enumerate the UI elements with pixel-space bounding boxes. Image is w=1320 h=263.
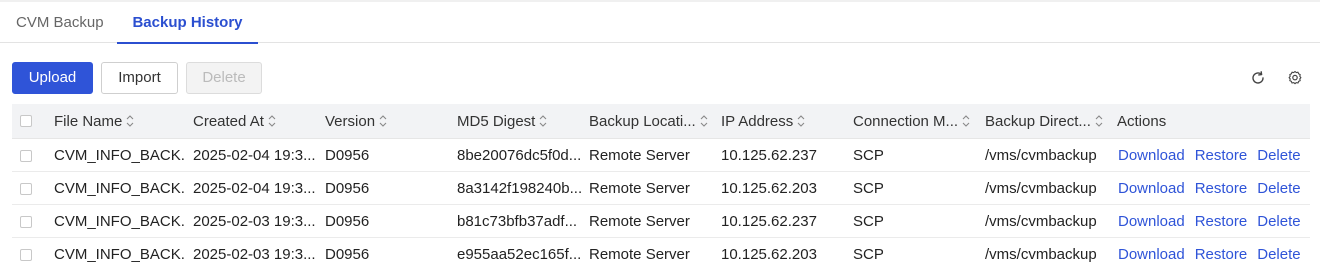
cell-created-at: 2025-02-04 19:3...	[193, 146, 316, 164]
cell-connection: SCP	[853, 212, 884, 230]
tab-bar: CVM Backup Backup History	[0, 0, 1320, 44]
cell-location: Remote Server	[589, 146, 690, 164]
cell-created-at: 2025-02-04 19:3...	[193, 179, 316, 197]
header-label: Created At	[193, 112, 264, 130]
cell-connection: SCP	[853, 146, 884, 164]
cell-actions: Download Restore Delete	[1118, 172, 1311, 204]
cell-actions: Download Restore Delete	[1118, 139, 1311, 171]
backup-history-table: File Name Created At Version MD5 Digest …	[12, 104, 1310, 263]
row-checkbox[interactable]	[20, 216, 32, 228]
cell-location: Remote Server	[589, 245, 690, 263]
table-row: CVM_INFO_BACK... 2025-02-04 19:3... D095…	[12, 172, 1310, 205]
row-checkbox[interactable]	[20, 150, 32, 162]
cell-file-name: CVM_INFO_BACK...	[54, 146, 186, 164]
header-label: Actions	[1117, 112, 1167, 130]
restore-link[interactable]: Restore	[1195, 147, 1248, 164]
cell-actions: Download Restore Delete	[1118, 205, 1311, 237]
cell-directory: /vms/cvmbackup	[985, 245, 1097, 263]
header-label: MD5 Digest	[457, 112, 536, 130]
cell-version: D0956	[325, 179, 370, 197]
table-header: File Name Created At Version MD5 Digest …	[12, 104, 1310, 139]
row-checkbox[interactable]	[20, 183, 32, 195]
cell-ip: 10.125.62.203	[721, 179, 817, 197]
header-backup-directory[interactable]: Backup Direct...	[985, 104, 1109, 138]
cell-directory: /vms/cvmbackup	[985, 212, 1097, 230]
header-md5-digest[interactable]: MD5 Digest	[457, 104, 581, 138]
cell-file-name: CVM_INFO_BACK...	[54, 179, 186, 197]
select-all-checkbox[interactable]	[20, 115, 32, 127]
restore-link[interactable]: Restore	[1195, 180, 1248, 197]
sort-icon[interactable]	[796, 114, 806, 128]
cell-md5: 8a3142f198240b...	[457, 179, 581, 197]
delete-button: Delete	[186, 62, 262, 94]
header-version[interactable]: Version	[325, 104, 449, 138]
backup-history-page: CVM Backup Backup History Upload Import …	[0, 0, 1320, 263]
download-link[interactable]: Download	[1118, 147, 1185, 164]
restore-link[interactable]: Restore	[1195, 246, 1248, 263]
sort-icon[interactable]	[961, 114, 971, 128]
cell-md5: e955aa52ec165f...	[457, 245, 581, 263]
refresh-icon[interactable]	[1250, 70, 1266, 86]
cell-connection: SCP	[853, 179, 884, 197]
sort-icon[interactable]	[699, 114, 709, 128]
header-created-at[interactable]: Created At	[193, 104, 317, 138]
delete-link[interactable]: Delete	[1257, 213, 1300, 230]
cell-md5: 8be20076dc5f0d...	[457, 146, 581, 164]
cell-version: D0956	[325, 212, 370, 230]
header-backup-location[interactable]: Backup Locati...	[589, 104, 713, 138]
cell-version: D0956	[325, 146, 370, 164]
cell-ip: 10.125.62.237	[721, 212, 817, 230]
import-button[interactable]: Import	[101, 62, 178, 94]
cell-directory: /vms/cvmbackup	[985, 146, 1097, 164]
cell-created-at: 2025-02-03 19:3...	[193, 245, 316, 263]
download-link[interactable]: Download	[1118, 180, 1185, 197]
cell-directory: /vms/cvmbackup	[985, 179, 1097, 197]
sort-icon[interactable]	[538, 114, 548, 128]
cell-ip: 10.125.62.237	[721, 146, 817, 164]
restore-link[interactable]: Restore	[1195, 213, 1248, 230]
delete-link[interactable]: Delete	[1257, 180, 1300, 197]
cell-created-at: 2025-02-03 19:3...	[193, 212, 316, 230]
table-row: CVM_INFO_BACK... 2025-02-03 19:3... D095…	[12, 238, 1310, 263]
cell-location: Remote Server	[589, 212, 690, 230]
header-file-name[interactable]: File Name	[54, 104, 186, 138]
gear-icon[interactable]	[1287, 70, 1303, 86]
sort-icon[interactable]	[125, 114, 135, 128]
sort-icon[interactable]	[378, 114, 388, 128]
cell-version: D0956	[325, 245, 370, 263]
cell-actions: Download Restore Delete	[1118, 238, 1311, 263]
cell-md5: b81c73bfb37adf...	[457, 212, 578, 230]
table-row: CVM_INFO_BACK... 2025-02-03 19:3... D095…	[12, 205, 1310, 238]
delete-link[interactable]: Delete	[1257, 147, 1300, 164]
download-link[interactable]: Download	[1118, 213, 1185, 230]
tab-backup-history[interactable]: Backup History	[117, 2, 258, 44]
header-label: Version	[325, 112, 376, 130]
cell-ip: 10.125.62.203	[721, 245, 817, 263]
header-label: Backup Direct...	[985, 112, 1091, 130]
row-checkbox[interactable]	[20, 249, 32, 261]
download-link[interactable]: Download	[1118, 246, 1185, 263]
header-actions: Actions	[1117, 104, 1310, 138]
delete-link[interactable]: Delete	[1257, 246, 1300, 263]
table-row: CVM_INFO_BACK... 2025-02-04 19:3... D095…	[12, 139, 1310, 172]
upload-button[interactable]: Upload	[12, 62, 93, 94]
header-label: Connection M...	[853, 112, 959, 130]
cell-file-name: CVM_INFO_BACK...	[54, 245, 186, 263]
header-label: File Name	[54, 112, 123, 130]
tab-cvm-backup[interactable]: CVM Backup	[16, 2, 104, 43]
sort-icon[interactable]	[267, 114, 277, 128]
cell-location: Remote Server	[589, 179, 690, 197]
cell-file-name: CVM_INFO_BACK...	[54, 212, 186, 230]
header-label: IP Address	[721, 112, 794, 130]
header-ip-address[interactable]: IP Address	[721, 104, 845, 138]
sort-icon[interactable]	[1094, 114, 1104, 128]
cell-connection: SCP	[853, 245, 884, 263]
header-label: Backup Locati...	[589, 112, 696, 130]
header-connection-mode[interactable]: Connection M...	[853, 104, 977, 138]
